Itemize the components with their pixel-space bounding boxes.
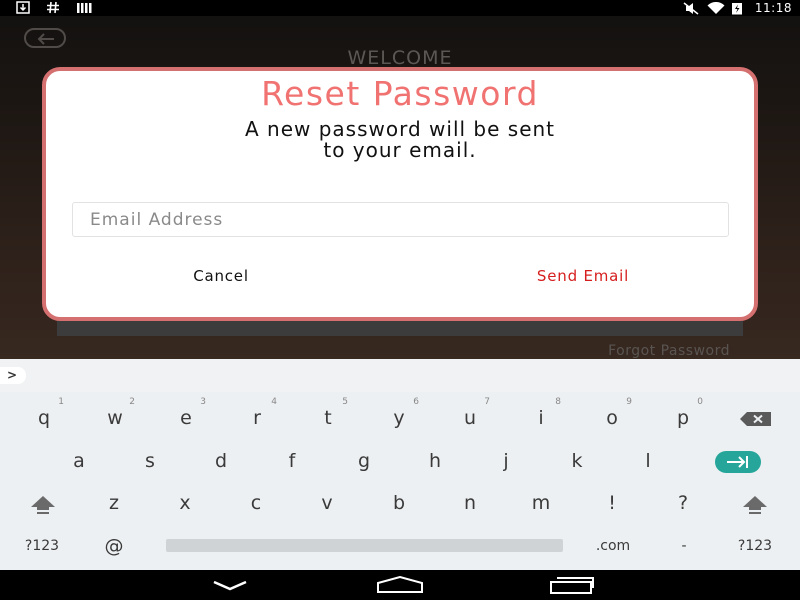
key-label: w — [107, 407, 123, 429]
dialog-title: Reset Password — [261, 74, 539, 113]
signal-bars-icon — [76, 1, 92, 14]
keyboard-row-1: q1 w2 e3 r4 t5 y6 u7 i8 o9 p0 — [0, 397, 800, 438]
key-label: r — [253, 407, 261, 429]
send-email-button[interactable]: Send Email — [508, 267, 658, 285]
expand-suggestions-button[interactable]: > — [0, 367, 26, 384]
email-field-wrapper — [72, 202, 729, 237]
key-label: t — [324, 407, 332, 429]
shift-key-right[interactable] — [725, 483, 785, 523]
key-b[interactable]: b — [369, 483, 429, 523]
keyboard-row-2: a s d f g h j k l — [0, 441, 800, 481]
key-s[interactable]: s — [120, 441, 180, 481]
shift-icon — [31, 495, 55, 514]
key-dotcom[interactable]: .com — [583, 526, 643, 566]
mute-icon — [683, 1, 699, 15]
key-hint: 4 — [271, 397, 277, 407]
wifi-icon — [707, 1, 725, 15]
shift-icon — [743, 495, 767, 514]
status-bar: 11:18 — [0, 0, 800, 16]
nav-recents-button[interactable] — [549, 576, 595, 598]
hash-icon — [46, 1, 60, 14]
key-label: y — [393, 407, 405, 429]
backspace-icon — [740, 411, 771, 426]
key-j[interactable]: j — [476, 441, 536, 481]
key-label: o — [606, 407, 618, 429]
key-m[interactable]: m — [511, 483, 571, 523]
key-hint: 5 — [342, 397, 348, 407]
key-label: q — [37, 407, 51, 429]
key-q[interactable]: q1 — [14, 397, 74, 438]
key-hint: 8 — [555, 397, 561, 407]
cancel-button[interactable]: Cancel — [156, 267, 286, 285]
key-d[interactable]: d — [191, 441, 251, 481]
dialog-message: A new password will be sent to your emai… — [244, 117, 556, 162]
key-p[interactable]: p0 — [653, 397, 713, 438]
key-hint: 3 — [200, 397, 206, 407]
key-l[interactable]: l — [618, 441, 678, 481]
nav-back-button[interactable] — [210, 576, 250, 598]
key-label: i — [538, 407, 544, 429]
key-v[interactable]: v — [297, 483, 357, 523]
key-k[interactable]: k — [547, 441, 607, 481]
key-y[interactable]: y6 — [369, 397, 429, 438]
key-a[interactable]: a — [49, 441, 109, 481]
key-i[interactable]: i8 — [511, 397, 571, 438]
next-key[interactable] — [708, 441, 768, 481]
symbols-key[interactable]: ?123 — [12, 526, 72, 566]
key-t[interactable]: t5 — [298, 397, 358, 438]
key-exclamation[interactable]: ! — [582, 483, 642, 523]
clock: 11:18 — [754, 1, 792, 15]
key-label: e — [180, 407, 192, 429]
shift-key-left[interactable] — [13, 483, 73, 523]
tab-next-icon — [715, 450, 761, 473]
backspace-key[interactable] — [726, 398, 786, 438]
key-e[interactable]: e3 — [156, 397, 216, 438]
key-z[interactable]: z — [84, 483, 144, 523]
key-hint: 9 — [626, 397, 632, 407]
key-hint: 6 — [413, 397, 419, 407]
key-x[interactable]: x — [155, 483, 215, 523]
key-h[interactable]: h — [405, 441, 465, 481]
key-dash[interactable]: - — [654, 526, 714, 566]
nav-home-button[interactable] — [376, 575, 424, 598]
battery-charging-icon — [731, 2, 745, 15]
space-bar[interactable] — [166, 539, 563, 552]
recents-icon — [550, 577, 594, 594]
keyboard-row-3: z x c v b n m ! ? — [0, 483, 800, 523]
key-n[interactable]: n — [440, 483, 500, 523]
key-c[interactable]: c — [226, 483, 286, 523]
key-hint: 2 — [129, 397, 135, 407]
key-hint: 0 — [697, 397, 703, 407]
key-u[interactable]: u7 — [440, 397, 500, 438]
key-label: p — [676, 407, 690, 429]
chevron-down-icon — [213, 580, 247, 591]
key-r[interactable]: r4 — [227, 397, 287, 438]
symbols-key-right[interactable]: ?123 — [725, 526, 785, 566]
key-f[interactable]: f — [262, 441, 322, 481]
key-label: u — [463, 407, 477, 429]
key-question[interactable]: ? — [653, 483, 713, 523]
email-field[interactable] — [73, 203, 728, 236]
key-g[interactable]: g — [334, 441, 394, 481]
key-o[interactable]: o9 — [582, 397, 642, 438]
key-hint: 1 — [58, 397, 64, 407]
key-at[interactable]: @ — [84, 526, 144, 566]
home-icon — [377, 575, 423, 593]
navigation-bar — [0, 570, 800, 600]
soft-keyboard: q1 w2 e3 r4 t5 y6 u7 i8 o9 p0 a s d f g … — [0, 392, 800, 570]
reset-password-dialog: Reset Password A new password will be se… — [42, 67, 758, 321]
download-icon — [16, 1, 30, 14]
key-w[interactable]: w2 — [85, 397, 145, 438]
suggestion-strip: > — [0, 359, 800, 392]
key-hint: 7 — [484, 397, 490, 407]
